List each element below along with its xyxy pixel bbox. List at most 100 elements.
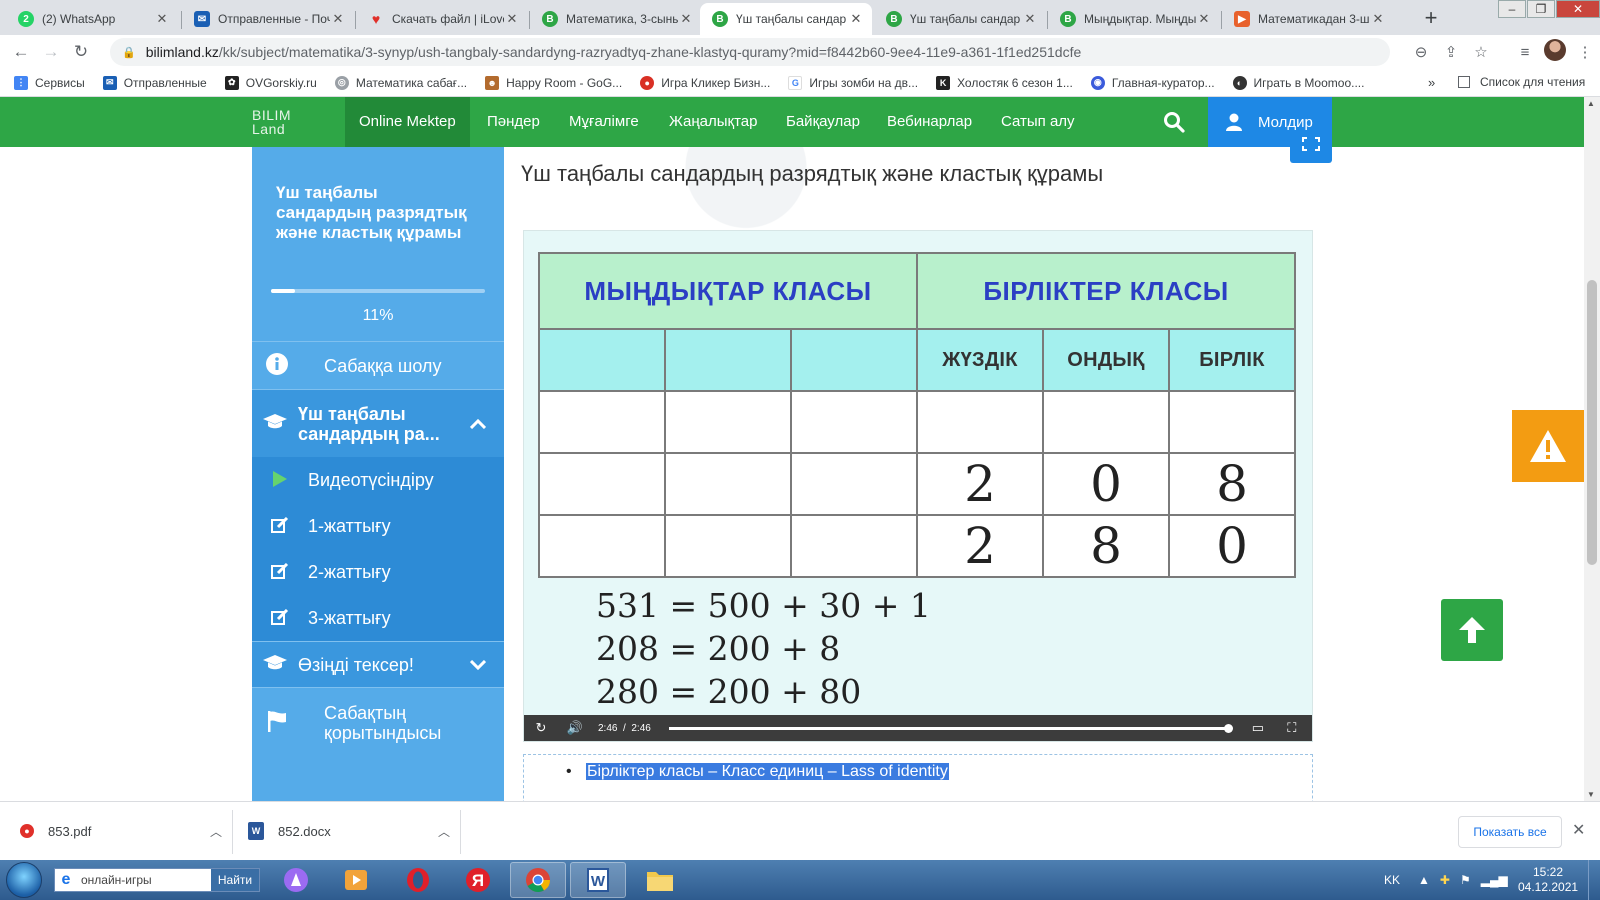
- word-icon[interactable]: W: [570, 862, 626, 898]
- show-all-downloads-button[interactable]: Показать все: [1458, 816, 1562, 848]
- tab-whatsapp[interactable]: 2 (2) WhatsApp ✕: [6, 3, 178, 35]
- sidebar-item-video[interactable]: Видеотүсіндіру: [252, 457, 504, 503]
- media-player-icon[interactable]: [328, 862, 384, 898]
- tab-video[interactable]: ▶ Математикадан 3-ш ✕: [1222, 3, 1394, 35]
- yandex-browser-icon[interactable]: Я: [450, 862, 506, 898]
- nav-online-mektep[interactable]: Online Mektep: [345, 97, 470, 147]
- bookmark-item[interactable]: ● Игра Кликер Бизн...: [640, 75, 770, 90]
- nav-news[interactable]: Жаңалықтар: [655, 97, 771, 147]
- close-icon[interactable]: ✕: [504, 11, 520, 27]
- download-item-pdf[interactable]: ● 853.pdf ︿: [20, 814, 222, 848]
- alice-app-icon[interactable]: [268, 862, 324, 898]
- bookmark-item[interactable]: K Холостяк 6 сезон 1...: [936, 75, 1073, 90]
- profile-avatar[interactable]: [1540, 39, 1570, 65]
- start-button[interactable]: [6, 862, 42, 898]
- close-icon[interactable]: ✕: [848, 11, 864, 27]
- action-center-flag-icon[interactable]: ⚑: [1460, 873, 1471, 887]
- close-window-icon[interactable]: ✕: [1556, 0, 1600, 18]
- bookmark-item[interactable]: G Игры зомби на дв...: [788, 75, 918, 90]
- tab-mail[interactable]: ✉ Отправленные - Почта ✕: [182, 3, 354, 35]
- page-scrollbar[interactable]: ▲ ▼: [1584, 97, 1600, 801]
- language-indicator[interactable]: KK: [1384, 873, 1400, 887]
- search-icon[interactable]: [1162, 110, 1186, 134]
- tray-app-icon[interactable]: ✚: [1440, 873, 1450, 887]
- new-tab-button[interactable]: +: [1417, 5, 1445, 33]
- taskbar-search-button[interactable]: Найти: [211, 869, 259, 891]
- close-icon[interactable]: ✕: [1022, 11, 1038, 27]
- nav-contests[interactable]: Байқаулар: [772, 97, 874, 147]
- bookmark-item[interactable]: ◎ Математика сабағ...: [334, 75, 467, 90]
- network-icon[interactable]: ▂▄▆: [1481, 873, 1508, 887]
- sidebar-item-exercise-3[interactable]: 3-жаттығу: [252, 595, 504, 641]
- close-icon[interactable]: ✕: [1370, 11, 1386, 27]
- chrome-icon[interactable]: [510, 862, 566, 898]
- menu-icon[interactable]: ⋮: [1570, 43, 1600, 61]
- fullscreen-icon[interactable]: ⛶: [1275, 720, 1309, 736]
- tab-lesson-2[interactable]: B Үш таңбалы сандар ✕: [874, 3, 1046, 35]
- url-field[interactable]: 🔒 bilimland.kz/kk/subject/matematika/3-s…: [110, 38, 1390, 66]
- tab-matematika[interactable]: B Математика, 3-сынып ✕: [530, 3, 702, 35]
- opera-icon[interactable]: [390, 862, 446, 898]
- chevron-up-icon[interactable]: [469, 416, 487, 432]
- share-icon[interactable]: ⇪: [1436, 43, 1466, 61]
- bookmark-item[interactable]: ◉ Главная-куратор...: [1090, 75, 1215, 90]
- close-icon[interactable]: ✕: [154, 11, 170, 27]
- sidebar-item-self-check[interactable]: Өзіңді тексер!: [252, 641, 504, 687]
- picture-in-picture-icon[interactable]: ▭: [1241, 720, 1275, 736]
- show-hidden-icons[interactable]: ▲: [1418, 873, 1430, 887]
- bilimland-logo[interactable]: BILIM Land: [252, 108, 291, 136]
- taskbar-search-input[interactable]: онлайн-игры: [77, 873, 211, 887]
- sidebar-item-exercise-2[interactable]: 2-жаттығу: [252, 549, 504, 595]
- bookmarks-more-icon[interactable]: »: [1428, 75, 1435, 90]
- bookmark-item[interactable]: ◐ Играть в Moomoo....: [1232, 75, 1364, 90]
- file-explorer-icon[interactable]: [632, 862, 688, 898]
- bookmark-item[interactable]: ✉ Отправленные: [102, 75, 207, 90]
- zoom-icon[interactable]: ⊖: [1406, 43, 1436, 61]
- scrollbar-thumb[interactable]: [1587, 280, 1597, 565]
- chevron-down-icon[interactable]: [469, 657, 487, 673]
- report-error-button[interactable]: [1512, 410, 1584, 482]
- seek-handle[interactable]: [1223, 723, 1233, 733]
- tab-myndyqtar[interactable]: B Мыңдықтар. Мыңдық ✕: [1048, 3, 1220, 35]
- sidebar-item-lesson[interactable]: Үш таңбалы сандардың ра...: [252, 389, 504, 457]
- sidebar-item-summary[interactable]: Сабақтың қорытындысы: [252, 687, 504, 757]
- close-icon[interactable]: ✕: [678, 11, 694, 27]
- restore-icon[interactable]: ❐: [1527, 0, 1555, 18]
- nav-buy[interactable]: Сатып алу: [987, 97, 1089, 147]
- show-desktop-button[interactable]: [1588, 860, 1600, 900]
- system-clock[interactable]: 15:22 04.12.2021: [1518, 865, 1578, 895]
- reading-list-button[interactable]: Список для чтения: [1458, 75, 1585, 89]
- nav-webinars[interactable]: Вебинарлар: [873, 97, 986, 147]
- sidebar-item-exercise-1[interactable]: 1-жаттығу: [252, 503, 504, 549]
- close-icon[interactable]: ✕: [330, 11, 346, 27]
- minimize-icon[interactable]: –: [1498, 0, 1526, 18]
- nav-subjects[interactable]: Пәндер: [473, 97, 554, 147]
- chevron-up-icon[interactable]: ︿: [210, 823, 222, 840]
- scroll-down-icon[interactable]: ▼: [1587, 790, 1595, 799]
- nav-teachers[interactable]: Мұғалімге: [555, 97, 653, 147]
- forward-icon[interactable]: →: [36, 42, 66, 62]
- sidebar-item-overview[interactable]: Сабаққа шолу: [252, 341, 504, 389]
- replay-icon[interactable]: ↻: [524, 720, 558, 736]
- close-icon[interactable]: ✕: [1196, 11, 1212, 27]
- table-cell: 8: [1168, 452, 1296, 516]
- scroll-up-icon[interactable]: ▲: [1587, 99, 1595, 108]
- video-player[interactable]: МЫҢДЫҚТАР КЛАСЫ БІРЛІКТЕР КЛАСЫ ЖҮЗДІК О…: [523, 230, 1313, 742]
- bookmark-item[interactable]: ⋮ Сервисы: [14, 75, 85, 90]
- star-icon[interactable]: ☆: [1466, 43, 1496, 61]
- scroll-to-top-button[interactable]: [1441, 599, 1503, 661]
- fullscreen-button[interactable]: [1290, 133, 1332, 163]
- bookmark-item[interactable]: ✿ OVGorskiy.ru: [224, 75, 317, 90]
- video-seek-bar[interactable]: [668, 723, 1233, 733]
- close-icon[interactable]: ✕: [1572, 820, 1585, 840]
- media-icon[interactable]: ≡: [1510, 44, 1540, 61]
- bookmark-item[interactable]: ☻ Happy Room - GoG...: [485, 75, 622, 90]
- volume-icon[interactable]: 🔊: [558, 720, 592, 736]
- reload-icon[interactable]: ↻: [66, 42, 96, 62]
- tab-active-lesson[interactable]: B Үш таңбалы сандар ✕: [700, 3, 872, 35]
- download-item-docx[interactable]: W 852.docx ︿: [248, 814, 450, 848]
- chevron-up-icon[interactable]: ︿: [438, 823, 450, 840]
- tab-ilovepdf[interactable]: ♥ Скачать файл | iLove ✕: [356, 3, 528, 35]
- pdf-file-icon: ●: [20, 824, 34, 838]
- back-icon[interactable]: ←: [6, 42, 36, 62]
